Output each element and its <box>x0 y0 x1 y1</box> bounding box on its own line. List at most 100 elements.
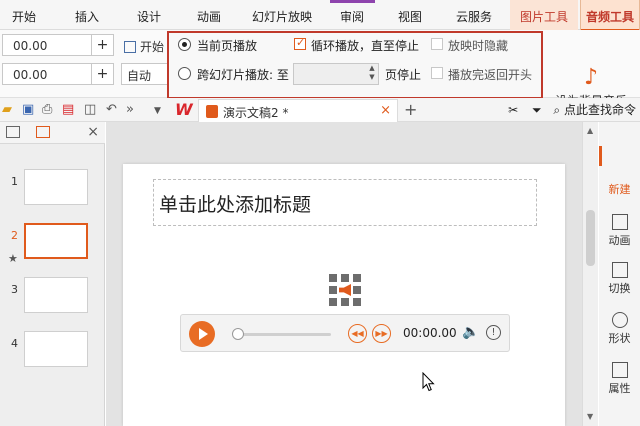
shape-icon <box>611 312 628 328</box>
rail-transition-label: 切换 <box>608 282 631 295</box>
fade-out-stepper[interactable]: 00.00 + <box>2 63 114 85</box>
player-time: 00:00.00 <box>403 326 457 340</box>
loop-checkbox[interactable] <box>294 36 306 50</box>
tab-cloud[interactable]: 云服务 <box>446 0 502 30</box>
search-icon: ⌕ <box>553 103 561 117</box>
rewind-checkbox[interactable] <box>431 67 443 79</box>
plus-icon[interactable]: + <box>91 64 113 84</box>
handle <box>329 286 337 294</box>
document-tab[interactable]: 演示文稿2 * × <box>198 99 398 123</box>
slide-thumbnail-3[interactable] <box>24 277 88 313</box>
handle <box>341 274 349 282</box>
current-page-radio[interactable] <box>178 38 191 51</box>
close-icon[interactable]: × <box>87 124 99 140</box>
open-folder-icon[interactable]: ▰ <box>2 102 12 117</box>
audio-player: ◀◀ ▶▶ 00:00.00 🔈 ! <box>180 314 510 352</box>
rail-shape-label: 形状 <box>608 332 631 345</box>
find-command[interactable]: ✂ ⏷ ⌕ 点此查找命令 <box>508 101 636 118</box>
wps-logo-icon: W <box>175 100 193 119</box>
export-pdf-icon[interactable]: ▤ <box>62 102 74 117</box>
start-label[interactable]: 开始 <box>124 38 164 55</box>
cross-slides-radio[interactable] <box>178 67 191 80</box>
tab-slideshow[interactable]: 幻灯片放映 <box>244 0 320 30</box>
pin-icon[interactable]: ⏷ <box>532 103 542 117</box>
tab-animation[interactable]: 动画 <box>186 0 232 30</box>
play-icon[interactable] <box>189 321 215 347</box>
tab-picture-tools[interactable]: 图片工具 <box>510 0 578 30</box>
rail-properties-label: 属性 <box>608 382 631 395</box>
auto-select[interactable]: 自动 <box>121 63 169 85</box>
slide[interactable]: 单击此处添加标题 ◀◀ ▶▶ 00:00.00 🔈 ! <box>123 164 565 426</box>
animation-icon <box>611 214 628 230</box>
dropdown-icon[interactable]: ▼ <box>154 106 161 116</box>
handle <box>329 298 337 306</box>
loop-label: 循环播放，直至停止 <box>311 39 420 53</box>
print-preview-icon[interactable]: ◫ <box>84 102 96 117</box>
rail-shape[interactable]: 形状 <box>599 312 640 346</box>
tab-design[interactable]: 设计 <box>126 0 172 30</box>
progress-knob[interactable] <box>232 328 244 340</box>
rewind-icon[interactable]: ◀◀ <box>348 324 367 343</box>
tab-review[interactable]: 审阅 <box>330 0 374 30</box>
tool-icon[interactable]: ✂ <box>508 103 518 117</box>
vertical-scrollbar[interactable]: ▲ ▼ <box>582 122 598 426</box>
slide-thumbnail-4[interactable] <box>24 331 88 367</box>
handle <box>353 298 361 306</box>
tab-insert[interactable]: 插入 <box>64 0 110 30</box>
slide-thumbnail-2[interactable] <box>24 223 88 259</box>
start-text: 开始 <box>140 40 165 54</box>
slide-thumbnails-pane: × 1 2 ★ 3 4 <box>0 122 105 426</box>
save-icon[interactable]: ▣ <box>22 102 34 117</box>
new-tab-button[interactable]: + <box>404 100 417 119</box>
stop-page-input[interactable]: ▲ ▼ <box>293 63 379 85</box>
undo-icon[interactable]: ↶ <box>106 102 117 117</box>
info-icon[interactable]: ! <box>486 325 501 340</box>
handle <box>353 286 361 294</box>
scroll-thumb[interactable] <box>586 210 595 266</box>
fade-in-value: 00.00 <box>13 39 48 53</box>
tab-view[interactable]: 视图 <box>388 0 432 30</box>
scroll-down-icon[interactable]: ▼ <box>587 412 593 421</box>
title-placeholder[interactable]: 单击此处添加标题 <box>153 179 537 226</box>
find-command-label: 点此查找命令 <box>563 103 636 117</box>
progress-track[interactable] <box>237 333 331 336</box>
fade-in-stepper[interactable]: 00.00 + <box>2 34 114 56</box>
rail-animation-label: 动画 <box>608 234 631 247</box>
page-stop-label: 页停止 <box>385 68 422 82</box>
print-icon[interactable]: ⎙ <box>42 102 52 117</box>
spin-arrows-icon[interactable]: ▲ ▼ <box>366 64 378 84</box>
transition-icon <box>611 262 628 278</box>
animation-star-icon: ★ <box>8 252 18 265</box>
rewind-label: 播放完返回开头 <box>448 68 533 82</box>
rail-properties[interactable]: 属性 <box>599 362 640 396</box>
hide-checkbox[interactable] <box>431 38 443 50</box>
rail-new[interactable]: 新建 <box>599 138 640 197</box>
audio-icon[interactable] <box>329 274 361 306</box>
hide-label: 放映时隐藏 <box>448 39 509 53</box>
fade-out-value: 00.00 <box>13 68 48 82</box>
more-icon[interactable]: » <box>126 102 134 117</box>
music-note-icon: ♪ <box>583 65 599 90</box>
rail-transition[interactable]: 切换 <box>599 262 640 296</box>
close-icon[interactable]: × <box>380 103 391 118</box>
menu-bar: 开始 插入 设计 动画 幻灯片放映 审阅 视图 云服务 图片工具 音频工具 <box>0 0 640 31</box>
handle <box>341 298 349 306</box>
title-placeholder-text: 单击此处添加标题 <box>159 194 312 216</box>
scroll-up-icon[interactable]: ▲ <box>587 126 593 135</box>
outline-view-icon[interactable] <box>6 126 20 138</box>
slide-number: 2 <box>11 229 18 242</box>
current-page-label: 当前页播放 <box>197 39 258 53</box>
properties-icon <box>611 362 628 378</box>
rail-animation[interactable]: 动画 <box>599 214 640 248</box>
tab-start[interactable]: 开始 <box>6 0 42 30</box>
tab-audio-tools[interactable]: 音频工具 <box>580 0 640 31</box>
plus-icon[interactable]: + <box>91 35 113 55</box>
speaker-icon <box>339 284 351 296</box>
slide-number: 3 <box>11 283 18 296</box>
fast-forward-icon[interactable]: ▶▶ <box>372 324 391 343</box>
slide-thumbnail-1[interactable] <box>24 169 88 205</box>
document-title: 演示文稿2 * <box>223 106 289 120</box>
volume-icon[interactable]: 🔈 <box>462 324 479 340</box>
slide-view-icon[interactable] <box>36 126 50 138</box>
mouse-cursor-icon <box>422 372 435 392</box>
